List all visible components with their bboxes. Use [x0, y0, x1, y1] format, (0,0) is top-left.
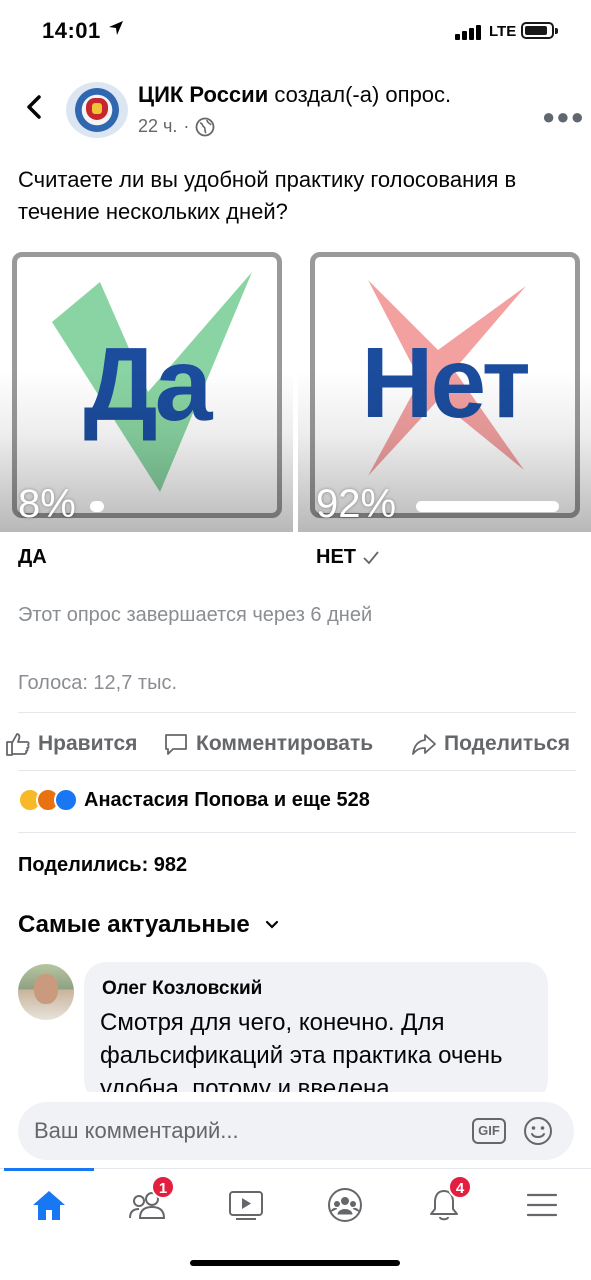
active-tab-indicator: [4, 1168, 94, 1171]
option-percent: 8%: [18, 482, 76, 526]
meta-dot: ·: [183, 116, 190, 136]
tab-watch[interactable]: [216, 1179, 276, 1231]
video-play-icon: [229, 1191, 263, 1220]
share-button[interactable]: Поделиться: [410, 724, 570, 764]
chevron-down-icon: [265, 920, 278, 929]
divider: [18, 712, 576, 713]
poll-votes-count[interactable]: Голоса: 12,7 тыс.: [18, 672, 177, 695]
hamburger-menu-icon: [526, 1193, 558, 1217]
comment-label: Комментировать: [196, 732, 374, 755]
poll-ends-text: Этот опрос завершается через 6 дней: [18, 604, 373, 626]
gif-button[interactable]: GIF: [472, 1118, 506, 1144]
battery-icon: [521, 22, 558, 39]
reactions-text: Анастасия Попова и еще 528: [84, 788, 370, 811]
tab-groups[interactable]: [315, 1179, 375, 1231]
emblem-icon: [86, 98, 108, 120]
post-time[interactable]: 22 ч.: [138, 116, 177, 137]
post-actions: Нравится Комментировать Поделиться: [0, 724, 591, 764]
thumbs-up-icon: [6, 733, 30, 756]
commenter-avatar[interactable]: [18, 964, 74, 1020]
back-button[interactable]: [20, 92, 50, 122]
notifications-badge: 4: [448, 1175, 472, 1199]
poll-option-no[interactable]: Нет 92%: [298, 240, 591, 532]
tab-friends[interactable]: 1: [117, 1175, 177, 1231]
groups-icon: [328, 1188, 362, 1222]
post-author-name[interactable]: ЦИК России: [138, 82, 268, 107]
location-arrow-icon: [108, 20, 124, 41]
signal-icon: [455, 24, 485, 40]
tab-home[interactable]: [19, 1179, 79, 1231]
comment-bubble[interactable]: Олег Козловский Смотря для чего, конечно…: [84, 962, 548, 1102]
comments-sort-dropdown[interactable]: Самые актуальные: [18, 911, 280, 939]
page-avatar[interactable]: [66, 82, 128, 138]
share-arrow-icon: [412, 734, 436, 755]
chevron-left-icon: [27, 95, 41, 119]
tab-menu[interactable]: [512, 1179, 572, 1231]
more-options-button[interactable]: ●●●: [542, 104, 585, 130]
post-author-line: ЦИК России создал(-а) опрос.: [138, 82, 451, 108]
reactions-summary[interactable]: Анастасия Попова и еще 528: [18, 788, 370, 812]
poll-option-label-no[interactable]: НЕТ: [316, 546, 380, 569]
sort-label: Самые актуальные: [18, 911, 250, 938]
like-reaction-icon: [54, 788, 78, 812]
divider: [18, 832, 576, 833]
comment-author[interactable]: Олег Козловский: [102, 978, 262, 1000]
emoji-icon[interactable]: [522, 1115, 554, 1147]
option-result-bar: [416, 501, 559, 512]
check-icon: [363, 550, 379, 564]
network-type: LTE: [489, 23, 517, 40]
option-result-bar: [90, 501, 104, 512]
shares-count[interactable]: Поделились: 982: [18, 854, 187, 877]
poll-option-label-yes[interactable]: ДА: [18, 546, 47, 569]
comment-text: Смотря для чего, конечно. Для фальсифика…: [100, 1009, 503, 1102]
comment-input-container: GIF: [18, 1102, 574, 1160]
home-icon: [33, 1191, 65, 1220]
poll-question: Считаете ли вы удобной практику голосова…: [18, 167, 517, 224]
post-meta: 22 ч. ·: [138, 116, 215, 137]
option-label-text: НЕТ: [316, 546, 356, 568]
post-action: создал(-а) опрос.: [274, 82, 452, 107]
globe-icon: [196, 117, 215, 136]
status-bar: 14:01 LTE: [0, 0, 591, 60]
comment-icon: [165, 734, 187, 755]
poll-option-yes[interactable]: Да 8%: [0, 240, 293, 532]
divider: [18, 770, 576, 771]
home-indicator: [190, 1260, 400, 1266]
tab-notifications[interactable]: 4: [414, 1175, 474, 1231]
comment-button[interactable]: Комментировать: [162, 724, 373, 764]
status-time: 14:01: [42, 18, 101, 43]
like-button[interactable]: Нравится: [4, 724, 137, 764]
option-percent: 92%: [316, 482, 397, 526]
poll: Да 8% Нет 92%: [0, 240, 591, 532]
like-label: Нравится: [38, 732, 138, 755]
comment-input[interactable]: [34, 1112, 464, 1150]
comment-composer: GIF: [0, 1092, 591, 1168]
share-label: Поделиться: [444, 732, 571, 755]
friends-badge: 1: [151, 1175, 175, 1199]
